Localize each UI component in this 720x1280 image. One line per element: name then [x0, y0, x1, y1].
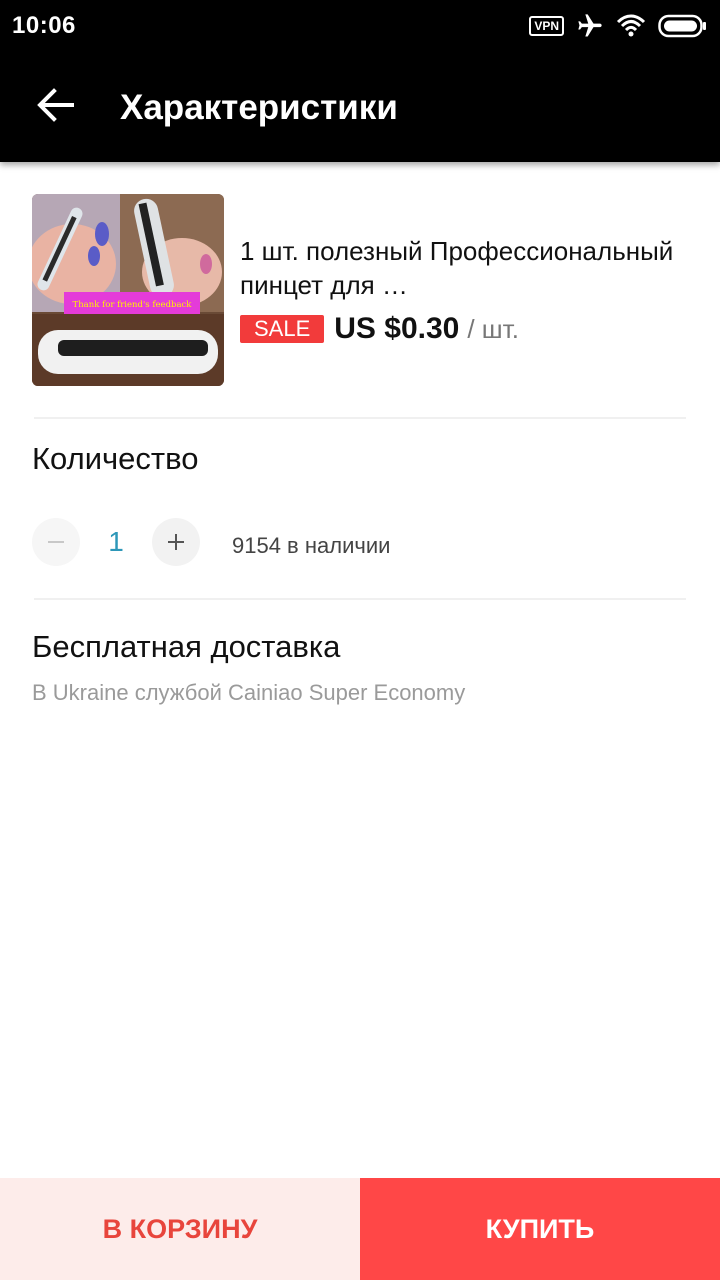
app-bar: Характеристики — [0, 52, 720, 162]
product-price: US $0.30 — [334, 312, 460, 345]
battery-icon — [658, 14, 708, 38]
product-title[interactable]: 1 шт. полезный Профессиональный пинцет д… — [240, 234, 690, 302]
status-time: 10:06 — [12, 12, 76, 39]
minus-icon — [48, 541, 64, 543]
product-image[interactable]: Thank for friend's feedback — [32, 194, 224, 386]
wifi-icon — [616, 13, 646, 39]
shipping-method: В Ukraine службой Cainiao Super Economy — [32, 680, 466, 705]
divider — [34, 598, 686, 600]
buy-now-button[interactable]: КУПИТЬ — [360, 1178, 720, 1280]
quantity-increase-button[interactable] — [152, 518, 200, 566]
plus-icon — [168, 534, 184, 550]
price-row: SALE US $0.30 / шт. — [240, 312, 690, 346]
add-to-cart-button[interactable]: В КОРЗИНУ — [0, 1178, 360, 1280]
airplane-icon — [576, 12, 604, 40]
stock-count: 9154 в наличии — [232, 533, 391, 558]
sale-badge: SALE — [240, 315, 325, 343]
divider — [34, 417, 686, 419]
bottom-action-bar: В КОРЗИНУ КУПИТЬ — [0, 1178, 720, 1280]
back-button[interactable] — [30, 81, 82, 133]
vpn-icon: VPN — [529, 16, 564, 36]
shipping-title: Бесплатная доставка — [32, 629, 341, 664]
product-image-caption: Thank for friend's feedback — [73, 300, 193, 310]
price-unit: / шт. — [467, 313, 519, 344]
quantity-decrease-button[interactable] — [32, 518, 80, 566]
back-arrow-icon — [36, 87, 76, 128]
status-bar: 10:06 VPN — [0, 0, 720, 52]
status-icons: VPN — [529, 12, 708, 40]
page-title: Характеристики — [120, 88, 398, 127]
quantity-label: Количество — [32, 441, 199, 476]
quantity-value[interactable]: 1 — [80, 526, 152, 558]
product-info: 1 шт. полезный Профессиональный пинцет д… — [240, 234, 690, 346]
